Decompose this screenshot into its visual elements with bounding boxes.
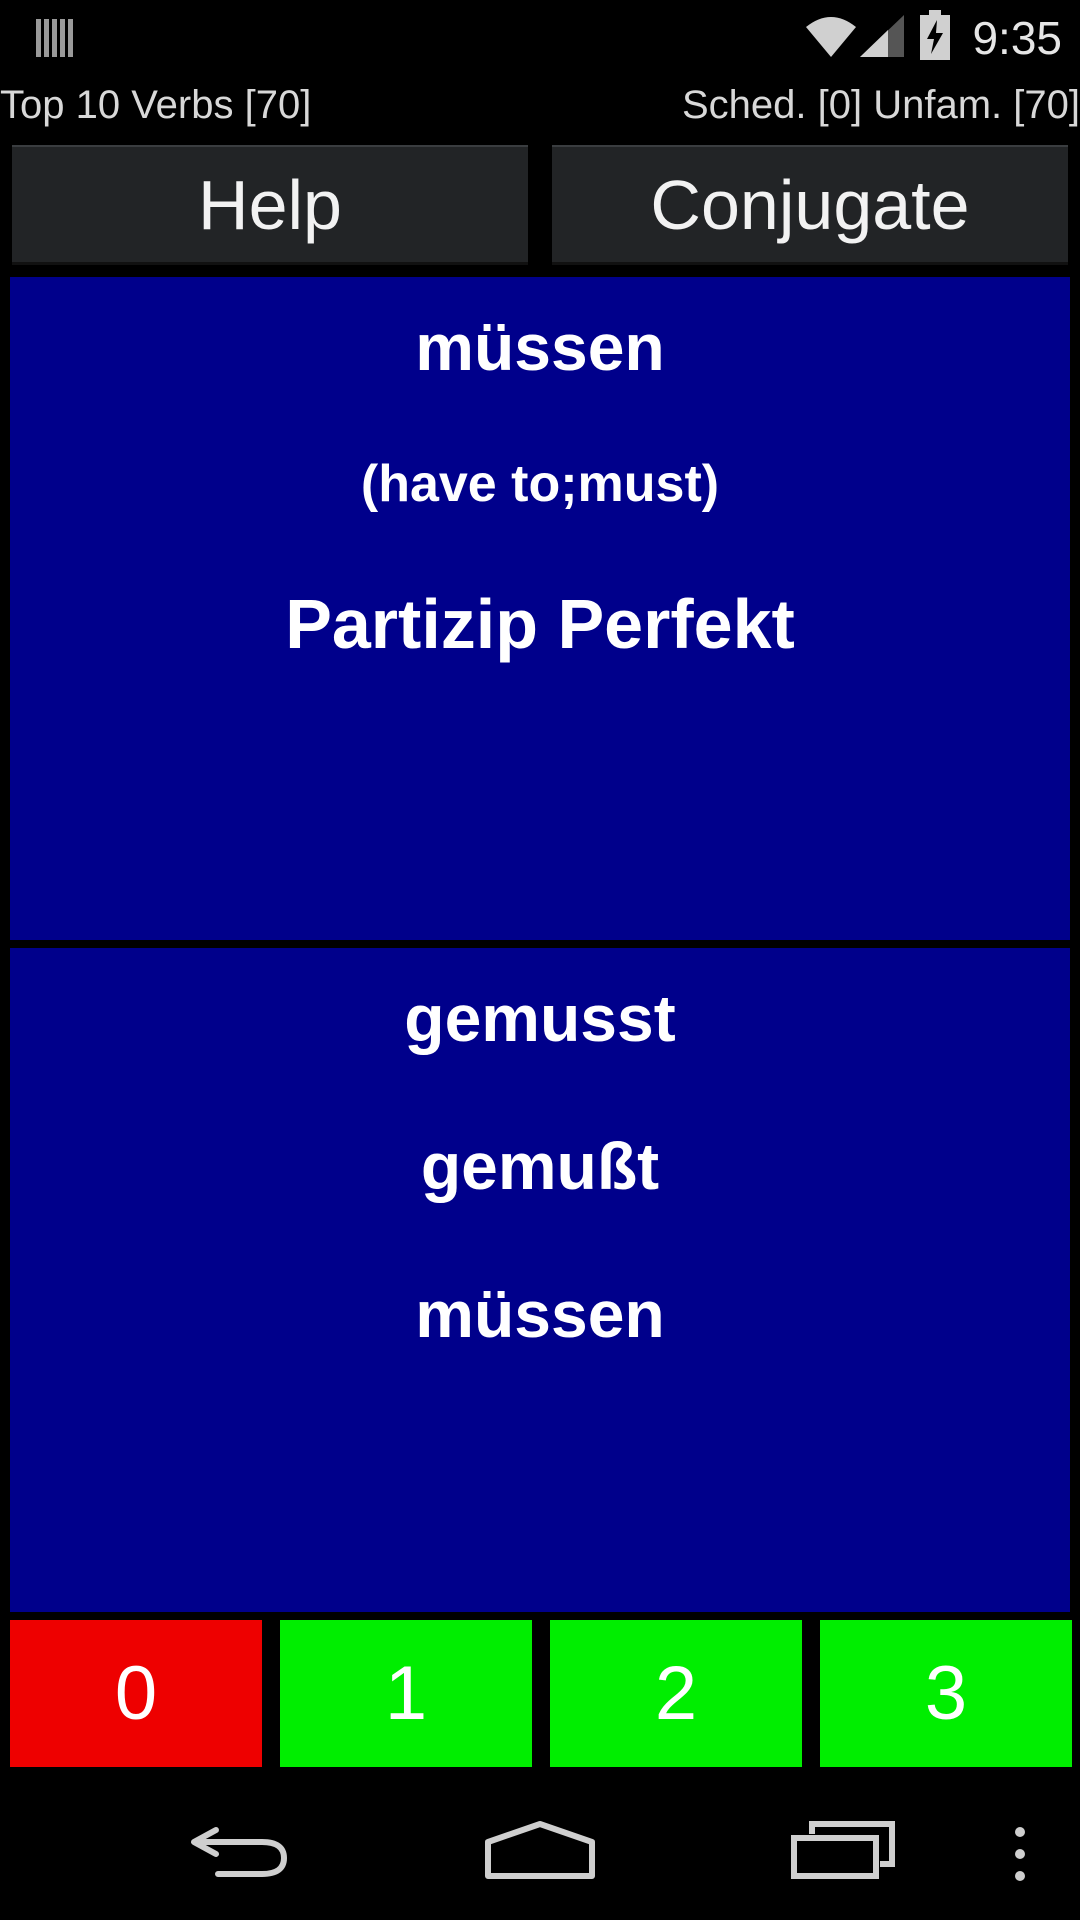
- home-icon[interactable]: [484, 1820, 596, 1880]
- battery-charging-icon: [920, 10, 950, 60]
- verb-word: müssen: [415, 310, 665, 384]
- rating-3-button[interactable]: 3: [820, 1620, 1072, 1767]
- signal-icon: [860, 15, 904, 57]
- navigation-bar: [0, 1780, 1080, 1920]
- answer-line: gemusst: [404, 981, 676, 1055]
- answer-line: gemußt: [420, 1129, 660, 1203]
- rating-1-button[interactable]: 1: [280, 1620, 532, 1767]
- deck-title: Top 10 Verbs [70]: [0, 83, 312, 127]
- deck-info-row: Top 10 Verbs [70] Sched. [0] Unfam. [70]: [0, 80, 1080, 130]
- deck-stats: Sched. [0] Unfam. [70]: [682, 83, 1080, 127]
- rating-2-button[interactable]: 2: [550, 1620, 802, 1767]
- tense-label: Partizip Perfekt: [285, 585, 795, 663]
- wifi-icon: [806, 17, 856, 57]
- answer-line: müssen: [415, 1277, 665, 1351]
- help-button[interactable]: Help: [12, 145, 528, 265]
- conjugate-button[interactable]: Conjugate: [552, 145, 1068, 265]
- notification-icon: [34, 15, 74, 59]
- status-bar: 9:35: [0, 0, 1080, 75]
- rating-0-button[interactable]: 0: [10, 1620, 262, 1767]
- card-back[interactable]: gemusst gemußt müssen: [10, 948, 1070, 1612]
- status-clock: 9:35: [972, 12, 1062, 64]
- back-icon[interactable]: [188, 1820, 290, 1880]
- recents-icon[interactable]: [790, 1820, 896, 1880]
- card-front[interactable]: müssen (have to;must) Partizip Perfekt: [10, 277, 1070, 940]
- overflow-menu-icon[interactable]: [1008, 1826, 1032, 1882]
- verb-meaning: (have to;must): [360, 455, 720, 513]
